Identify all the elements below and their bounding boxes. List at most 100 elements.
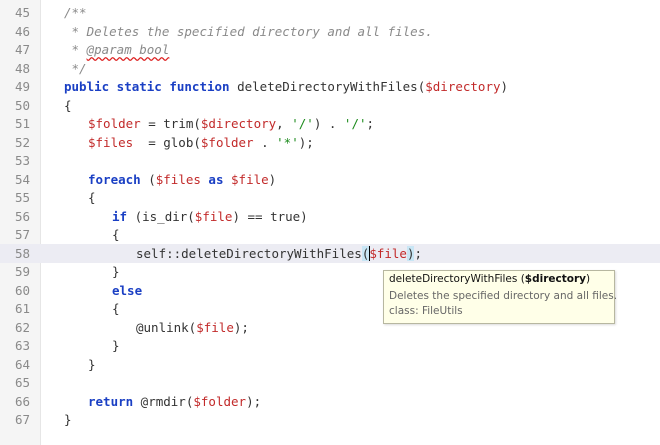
code-line[interactable]: 49 public static function deleteDirectory… (0, 77, 660, 96)
tooltip-signature-param: $directory (524, 273, 586, 285)
line-number: 50 (14, 97, 30, 113)
code-text[interactable]: $files = glob($folder . '*'); (88, 133, 314, 152)
code-line[interactable]: 57 { (0, 225, 660, 244)
line-number: 49 (14, 79, 30, 94)
line-number: 47 (14, 42, 30, 57)
code-token: $file (194, 208, 233, 224)
code-line[interactable]: 47 * @param bool (0, 40, 660, 59)
line-number: 67 (14, 412, 30, 427)
line-number: 59 (14, 264, 30, 279)
code-text[interactable]: } (88, 355, 96, 374)
code-token: $folder (193, 393, 247, 409)
code-line[interactable]: 46 * Deletes the specified directory and… (0, 22, 660, 41)
line-number: 46 (14, 23, 30, 39)
line-number: 45 (14, 5, 30, 20)
code-line[interactable]: 55 { (0, 188, 660, 207)
code-text[interactable]: { (64, 96, 72, 115)
code-token: , (276, 116, 292, 131)
code-token: ( (140, 171, 156, 187)
code-text[interactable]: * Deletes the specified directory and al… (64, 22, 433, 41)
line-number: 64 (14, 356, 30, 372)
code-token: * (64, 42, 87, 57)
code-text[interactable]: self::deleteDirectoryWithFiles($file); (136, 244, 422, 263)
code-token: ) (268, 171, 277, 187)
code-token: = trim( (140, 116, 201, 131)
line-number: 51 (14, 116, 30, 131)
tooltip-signature-suffix: ) (586, 273, 591, 285)
code-token: } (112, 338, 120, 353)
code-token: { (112, 301, 120, 316)
code-text[interactable]: if (is_dir($file) == true) (112, 207, 308, 226)
code-token: $files (155, 171, 201, 187)
code-text[interactable]: { (112, 225, 120, 244)
code-token: deleteDirectoryWithFiles( (237, 79, 426, 94)
line-number: 62 (14, 319, 30, 335)
code-line[interactable]: 45 /** (0, 3, 660, 22)
parameter-hint-tooltip: deleteDirectoryWithFiles ($directory) De… (383, 270, 617, 324)
code-token: ) == true) (232, 208, 308, 224)
code-text[interactable]: else (112, 281, 142, 300)
tooltip-signature: deleteDirectoryWithFiles ($directory) (389, 273, 590, 285)
code-token: $directory (200, 116, 277, 131)
code-text[interactable]: foreach ($files as $file) (88, 170, 276, 189)
code-line[interactable]: 56 if (is_dir($file) == true) (0, 207, 660, 226)
code-line[interactable]: 51 $folder = trim($directory, '/') . '/'; (0, 114, 660, 133)
code-token: '*' (276, 134, 299, 150)
code-line[interactable]: 53 (0, 151, 660, 170)
code-token: ); (233, 319, 249, 335)
code-token: @rmdir( (133, 393, 194, 409)
code-token: ); (246, 393, 262, 409)
code-text[interactable]: $folder = trim($directory, '/') . '/'; (88, 114, 374, 133)
code-line[interactable]: 54 foreach ($files as $file) (0, 170, 660, 189)
code-token: } (88, 356, 96, 372)
code-line[interactable]: 64} (0, 355, 660, 374)
code-token: } (64, 412, 72, 427)
code-token: $folder (88, 116, 141, 131)
code-token: ; (366, 116, 375, 131)
line-number: 61 (14, 301, 30, 316)
code-text[interactable]: { (88, 188, 96, 207)
line-number: 58 (14, 245, 30, 261)
line-number: 63 (14, 338, 30, 353)
line-number: 48 (14, 60, 30, 76)
code-text[interactable]: * @param bool (64, 40, 170, 59)
line-number: 60 (14, 282, 30, 298)
code-text[interactable]: { (112, 299, 120, 318)
code-token: $folder (200, 134, 254, 150)
code-token: foreach (88, 171, 141, 187)
code-token: ; (414, 245, 423, 261)
code-token: else (112, 282, 143, 298)
code-token: /** (64, 5, 87, 20)
code-token: $file (196, 319, 234, 335)
code-editor[interactable]: 45 /** 46 * Deletes the specified director… (0, 0, 660, 445)
code-token: as (200, 171, 232, 187)
code-line[interactable]: 65 (0, 373, 660, 392)
code-line[interactable]: 66 return @rmdir($folder); (0, 392, 660, 411)
code-line[interactable]: 52 $files = glob($folder . '*'); (0, 133, 660, 152)
code-text[interactable]: @unlink($file); (136, 318, 249, 337)
tooltip-class: class: FileUtils (389, 305, 463, 317)
code-text[interactable]: */ (64, 59, 87, 78)
code-token: { (112, 227, 120, 242)
tooltip-signature-prefix: deleteDirectoryWithFiles ( (389, 273, 525, 285)
code-text[interactable]: } (64, 410, 72, 429)
code-token: ) . (313, 116, 344, 131)
line-number: 57 (14, 227, 30, 242)
code-text[interactable]: return @rmdir($folder); (88, 392, 261, 411)
code-line[interactable]: 50 { (0, 96, 660, 115)
code-text[interactable]: } (112, 336, 120, 355)
line-number: 55 (14, 190, 30, 205)
code-token: self::deleteDirectoryWithFiles (136, 245, 362, 261)
code-token: $directory (425, 79, 501, 94)
code-text[interactable]: /** (64, 3, 87, 22)
code-line[interactable]: 63} (0, 336, 660, 355)
code-line[interactable]: 58 self::deleteDirectoryWithFiles($file); (0, 243, 660, 263)
code-token: = glob( (133, 134, 201, 150)
code-token: @unlink( (136, 319, 197, 335)
code-text[interactable]: } (112, 262, 120, 281)
code-line[interactable]: 48 */ (0, 59, 660, 78)
code-line[interactable]: 67} (0, 410, 660, 429)
code-token: (is_dir( (127, 208, 195, 224)
code-token: if (112, 208, 128, 224)
code-text[interactable]: public static function deleteDirectoryWi… (64, 77, 508, 96)
